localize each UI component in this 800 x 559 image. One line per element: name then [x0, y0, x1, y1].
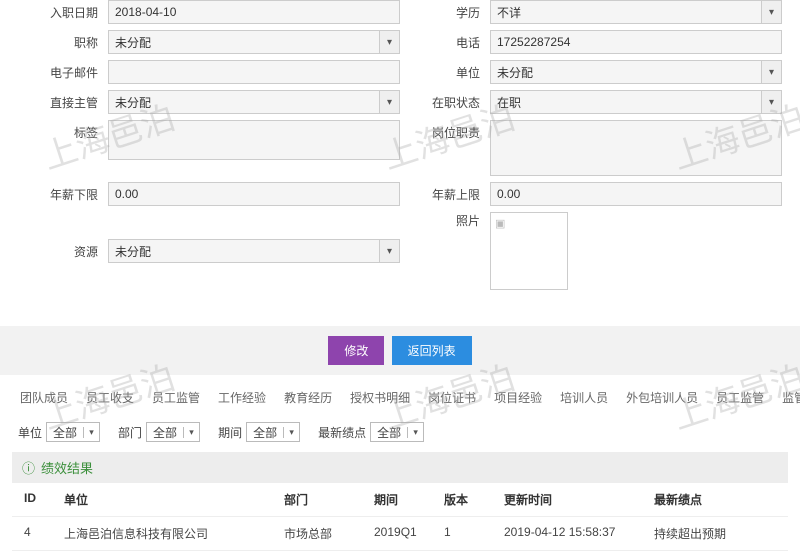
filter-unit-label: 单位 — [18, 424, 42, 441]
duties-input[interactable] — [490, 120, 782, 176]
filter-dept-label: 部门 — [118, 424, 142, 441]
tab-emp-supervise-2[interactable]: 员工监管 — [714, 385, 766, 412]
unit-dropdown-icon[interactable]: ▾ — [762, 60, 782, 84]
col-ver: 版本 — [444, 491, 504, 508]
filter-dept-value: 全部 — [147, 424, 183, 441]
tab-trainees[interactable]: 培训人员 — [558, 385, 610, 412]
tab-work-exp[interactable]: 工作经验 — [216, 385, 268, 412]
tab-project-exp[interactable]: 项目经验 — [492, 385, 544, 412]
label-salary-low: 年薪下限 — [18, 186, 108, 203]
cell-id: 4 — [24, 525, 64, 542]
hire-date-input[interactable] — [108, 0, 400, 24]
chevron-down-icon[interactable]: ▾ — [83, 427, 99, 438]
label-email: 电子邮件 — [18, 64, 108, 81]
tab-education[interactable]: 教育经历 — [282, 385, 334, 412]
tab-auth-detail[interactable]: 授权书明细 — [348, 385, 412, 412]
status-select[interactable] — [490, 90, 762, 114]
cell-period: 2019Q1 — [374, 525, 444, 542]
phone-input[interactable] — [490, 30, 782, 54]
col-period: 期间 — [374, 491, 444, 508]
chevron-down-icon[interactable]: ▾ — [407, 427, 423, 438]
info-icon: ⓘ — [22, 458, 35, 477]
chevron-down-icon[interactable]: ▾ — [283, 427, 299, 438]
photo-upload[interactable]: ▣ — [490, 212, 568, 290]
education-dropdown-icon[interactable]: ▾ — [762, 0, 782, 24]
manager-select[interactable] — [108, 90, 380, 114]
label-manager: 直接主管 — [18, 94, 108, 111]
col-unit: 单位 — [64, 491, 284, 508]
label-tags: 标签 — [18, 120, 108, 141]
table-header: ID 单位 部门 期间 版本 更新时间 最新绩点 — [12, 483, 788, 517]
col-pt: 最新绩点 — [654, 491, 776, 508]
education-select[interactable] — [490, 0, 762, 24]
cell-pt: 持续超出预期 — [654, 525, 776, 542]
label-duties: 岗位职责 — [400, 120, 490, 141]
filter-period-value: 全部 — [247, 424, 283, 441]
filter-latest-pt-value: 全部 — [371, 424, 407, 441]
title-dropdown-icon[interactable]: ▾ — [380, 30, 400, 54]
table-row[interactable]: 4 上海邑泊信息科技有限公司 市场总部 2019Q1 1 2019-04-12 … — [12, 517, 788, 551]
action-bar: 修改 返回列表 — [0, 326, 800, 375]
cell-upd: 2019-04-12 15:58:37 — [504, 525, 654, 542]
salary-high-input[interactable] — [490, 182, 782, 206]
tab-emp-payments[interactable]: 员工收支 — [84, 385, 136, 412]
filter-latest-pt-select[interactable]: 全部 ▾ — [370, 422, 424, 442]
title-select[interactable] — [108, 30, 380, 54]
filter-period-label: 期间 — [218, 424, 242, 441]
label-photo: 照片 — [400, 212, 490, 229]
tab-team-members[interactable]: 团队成员 — [18, 385, 70, 412]
email-input[interactable] — [108, 60, 400, 84]
label-education: 学历 — [400, 4, 490, 21]
filter-period-select[interactable]: 全部 ▾ — [246, 422, 300, 442]
col-dept: 部门 — [284, 491, 374, 508]
cell-ver: 1 — [444, 525, 504, 542]
filter-unit-select[interactable]: 全部 ▾ — [46, 422, 100, 442]
filter-dept-select[interactable]: 全部 ▾ — [146, 422, 200, 442]
salary-low-input[interactable] — [108, 182, 400, 206]
tab-supervisors[interactable]: 监管人员 — [780, 385, 800, 412]
cell-unit: 上海邑泊信息科技有限公司 — [64, 525, 284, 542]
chevron-down-icon[interactable]: ▾ — [183, 427, 199, 438]
tab-emp-supervise[interactable]: 员工监管 — [150, 385, 202, 412]
label-phone: 电话 — [400, 34, 490, 51]
filter-latest-pt-label: 最新绩点 — [318, 424, 366, 441]
resource-dropdown-icon[interactable]: ▾ — [380, 239, 400, 263]
filter-bar: 单位 全部 ▾ 部门 全部 ▾ 期间 全部 ▾ 最新绩点 全部 ▾ — [0, 416, 800, 448]
image-placeholder-icon: ▣ — [495, 217, 505, 230]
cell-dept: 市场总部 — [284, 525, 374, 542]
label-status: 在职状态 — [400, 94, 490, 111]
tags-input[interactable] — [108, 120, 400, 160]
tabs-bar: 团队成员 员工收支 员工监管 工作经验 教育经历 授权书明细 岗位证书 项目经验… — [0, 375, 800, 416]
label-title: 职称 — [18, 34, 108, 51]
back-button[interactable]: 返回列表 — [392, 336, 472, 365]
tab-outsource-trainees[interactable]: 外包培训人员 — [624, 385, 700, 412]
tab-cert[interactable]: 岗位证书 — [426, 385, 478, 412]
section-title: 绩效结果 — [41, 458, 93, 477]
edit-button[interactable]: 修改 — [328, 336, 384, 365]
col-id: ID — [24, 491, 64, 508]
label-resource: 资源 — [18, 243, 108, 260]
filter-unit-value: 全部 — [47, 424, 83, 441]
unit-select[interactable] — [490, 60, 762, 84]
manager-dropdown-icon[interactable]: ▾ — [380, 90, 400, 114]
label-salary-high: 年薪上限 — [400, 186, 490, 203]
label-hire-date: 入职日期 — [18, 4, 108, 21]
col-upd: 更新时间 — [504, 491, 654, 508]
employee-form: 入职日期 学历 ▾ 职称 ▾ 电话 电子邮件 — [0, 0, 800, 306]
section-header: ⓘ 绩效结果 — [12, 452, 788, 483]
status-dropdown-icon[interactable]: ▾ — [762, 90, 782, 114]
label-unit: 单位 — [400, 64, 490, 81]
resource-select[interactable] — [108, 239, 380, 263]
